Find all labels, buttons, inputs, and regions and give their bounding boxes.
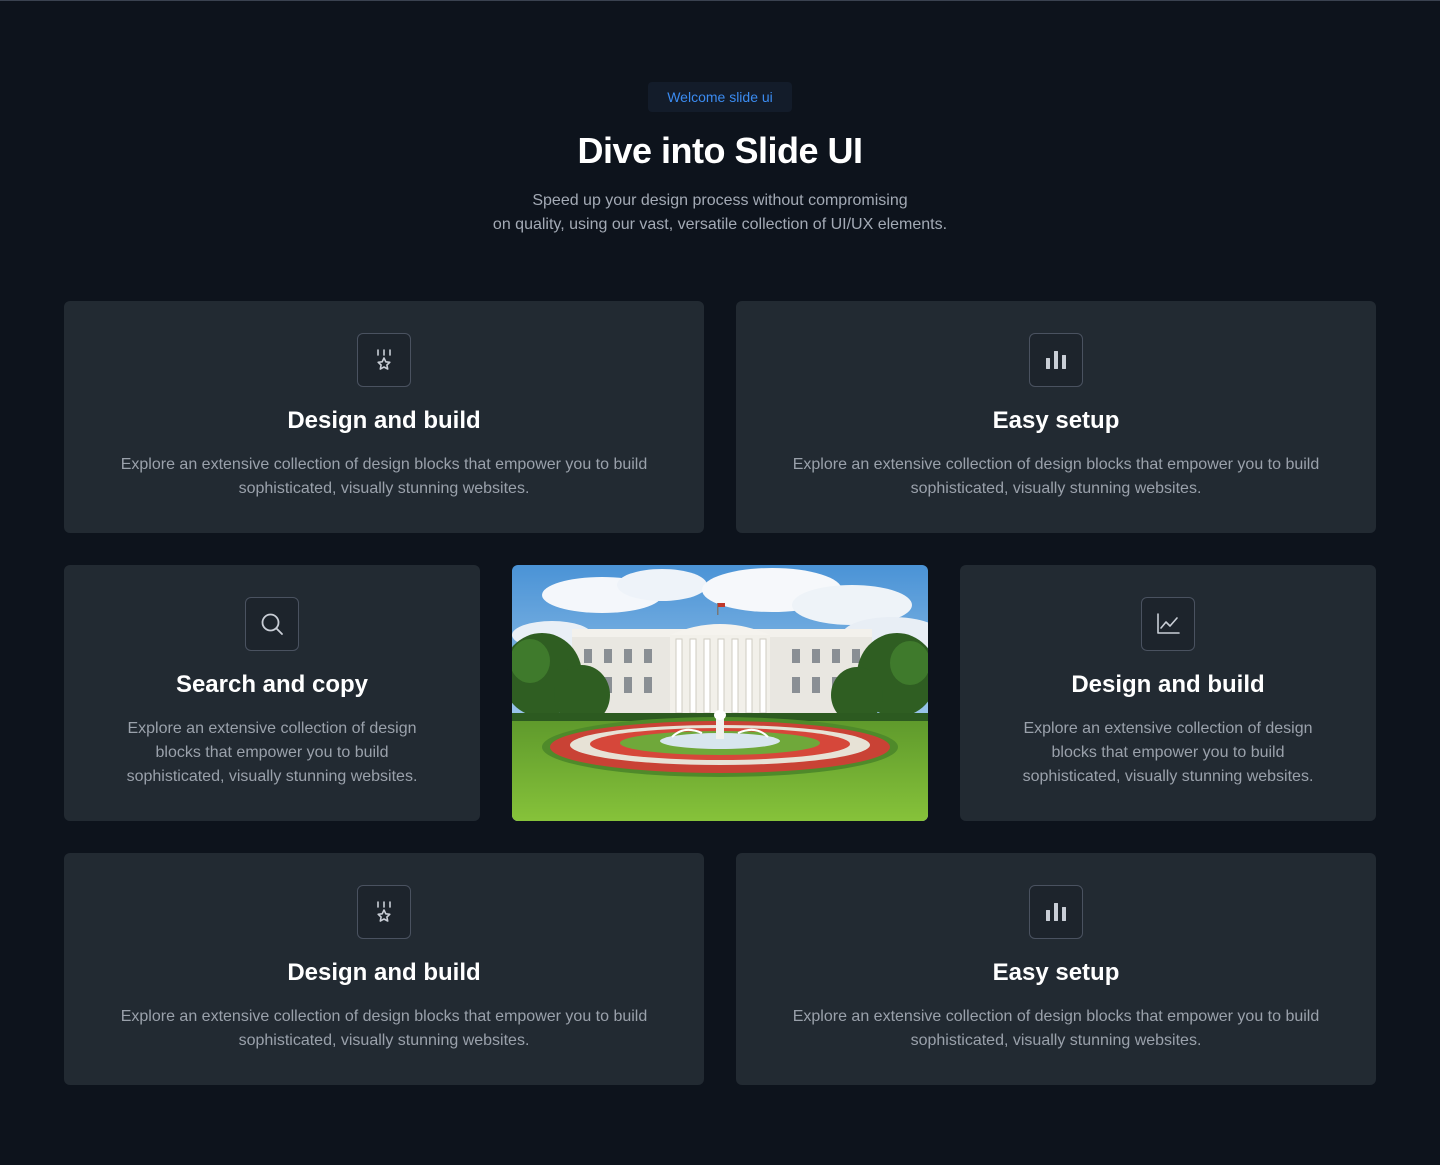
- page-subtitle: Speed up your design process without com…: [420, 189, 1020, 237]
- card-description: Explore an extensive collection of desig…: [64, 1005, 704, 1053]
- card-title: Design and build: [287, 407, 481, 434]
- feature-card-easy-setup-2: Easy setup Explore an extensive collecti…: [736, 853, 1376, 1085]
- card-description-line: Explore an extensive collection of desig…: [120, 1008, 648, 1025]
- card-description: Explore an extensive collection of desig…: [64, 453, 704, 501]
- card-description-line: sophisticated, visually stunning website…: [126, 768, 418, 785]
- card-description-line: blocks that empower you to build: [1051, 744, 1285, 761]
- white-house-garden-image: [512, 565, 928, 821]
- welcome-badge: Welcome slide ui: [648, 82, 792, 112]
- card-description: Explore an extensive collection of desig…: [736, 1005, 1376, 1053]
- card-title: Easy setup: [992, 959, 1120, 986]
- card-description: Explore an extensive collection of desig…: [960, 717, 1376, 789]
- card-description-line: blocks that empower you to build: [155, 744, 389, 761]
- page-title: Dive into Slide UI: [577, 130, 863, 171]
- medal-star-icon: [357, 333, 411, 387]
- card-description: Explore an extensive collection of desig…: [64, 717, 480, 789]
- subtitle-line: Speed up your design process without com…: [532, 192, 908, 209]
- feature-card-easy-setup: Easy setup Explore an extensive collecti…: [736, 301, 1376, 533]
- bar-chart-icon: [1029, 885, 1083, 939]
- card-title: Search and copy: [175, 671, 369, 698]
- feature-card-design-build-3: Design and build Explore an extensive co…: [64, 853, 704, 1085]
- medal-star-icon: [357, 885, 411, 939]
- card-description-line: sophisticated, visually stunning website…: [238, 480, 530, 497]
- card-description-line: sophisticated, visually stunning website…: [910, 1032, 1202, 1049]
- feature-card-search-copy: Search and copy Explore an extensive col…: [64, 565, 480, 821]
- card-title: Design and build: [1071, 671, 1265, 698]
- search-icon: [245, 597, 299, 651]
- card-description: Explore an extensive collection of desig…: [736, 453, 1376, 501]
- card-description-line: Explore an extensive collection of desig…: [127, 720, 417, 737]
- card-description-line: sophisticated, visually stunning website…: [1022, 768, 1314, 785]
- line-chart-icon: [1141, 597, 1195, 651]
- subtitle-line: on quality, using our vast, versatile co…: [492, 216, 948, 233]
- top-divider: [0, 0, 1440, 1]
- card-description-line: Explore an extensive collection of desig…: [1023, 720, 1313, 737]
- card-title: Easy setup: [992, 407, 1120, 434]
- card-title: Design and build: [287, 959, 481, 986]
- card-description-line: Explore an extensive collection of desig…: [792, 456, 1320, 473]
- card-description-line: sophisticated, visually stunning website…: [238, 1032, 530, 1049]
- feature-card-design-build-2: Design and build Explore an extensive co…: [960, 565, 1376, 821]
- card-description-line: Explore an extensive collection of desig…: [792, 1008, 1320, 1025]
- feature-card-design-build: Design and build Explore an extensive co…: [64, 301, 704, 533]
- bar-chart-icon: [1029, 333, 1083, 387]
- card-description-line: Explore an extensive collection of desig…: [120, 456, 648, 473]
- card-description-line: sophisticated, visually stunning website…: [910, 480, 1202, 497]
